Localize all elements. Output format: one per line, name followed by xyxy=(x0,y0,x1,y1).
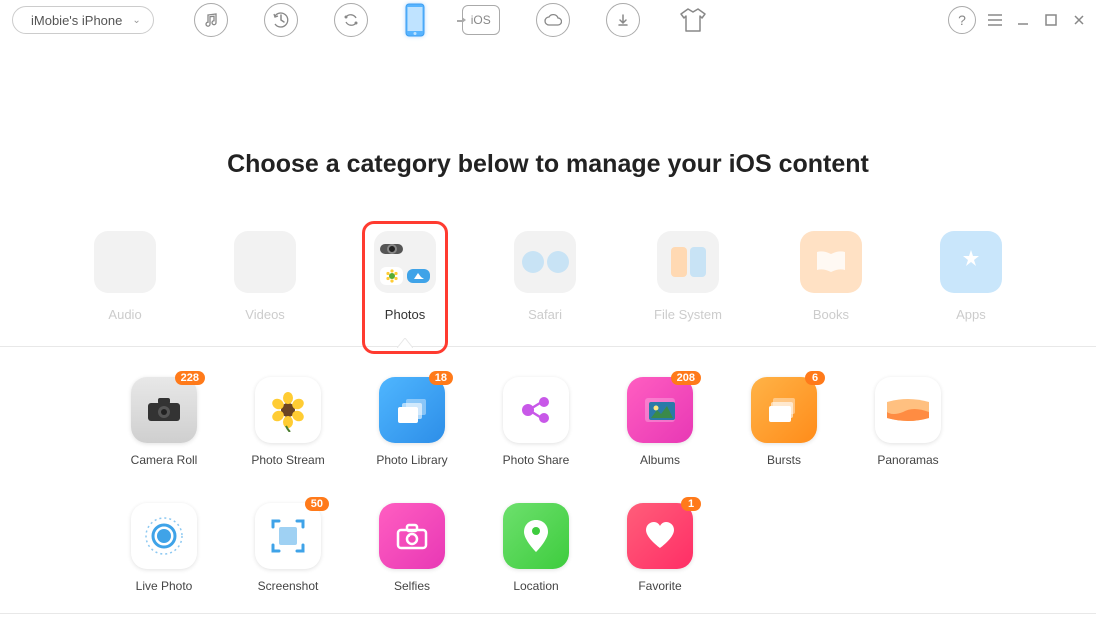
chevron-down-icon: ⌄ xyxy=(132,15,140,26)
category-label: Audio xyxy=(108,307,141,322)
category-label: Safari xyxy=(528,307,562,322)
category-filesystem[interactable]: File System xyxy=(654,231,722,322)
filesystem-icon xyxy=(657,231,719,293)
count-badge: 228 xyxy=(175,371,205,385)
camera-roll-icon: 228 xyxy=(131,377,197,443)
subcat-label: Screenshot xyxy=(258,579,319,593)
maximize-icon[interactable] xyxy=(1042,11,1060,29)
favorite-icon: 1 xyxy=(627,503,693,569)
subcat-camera-roll[interactable]: 228 Camera Roll xyxy=(128,377,200,467)
music-tool-icon[interactable] xyxy=(194,3,228,37)
subcat-bursts[interactable]: 6 Bursts xyxy=(748,377,820,467)
minimize-icon[interactable] xyxy=(1014,11,1032,29)
subcat-albums[interactable]: 208 Albums xyxy=(624,377,696,467)
audio-icon xyxy=(94,231,156,293)
download-tool-icon[interactable] xyxy=(606,3,640,37)
subcategories: 228 Camera Roll Photo Stream 18 Photo Li… xyxy=(0,347,1096,614)
category-label: Books xyxy=(813,307,849,322)
device-name: iMobie's iPhone xyxy=(31,13,122,28)
subcat-label: Favorite xyxy=(638,579,681,593)
photo-stream-icon xyxy=(255,377,321,443)
count-badge: 1 xyxy=(681,497,701,511)
photo-share-icon xyxy=(503,377,569,443)
history-tool-icon[interactable] xyxy=(264,3,298,37)
count-badge: 18 xyxy=(429,371,453,385)
photo-library-icon: 18 xyxy=(379,377,445,443)
subcat-label: Live Photo xyxy=(136,579,193,593)
subcat-selfies[interactable]: Selfies xyxy=(376,503,448,593)
category-audio[interactable]: Audio xyxy=(94,231,156,322)
live-photo-icon xyxy=(131,503,197,569)
apps-icon xyxy=(940,231,1002,293)
subcat-label: Selfies xyxy=(394,579,430,593)
count-badge: 50 xyxy=(305,497,329,511)
help-icon[interactable]: ? xyxy=(948,6,976,34)
category-photos[interactable]: Photos xyxy=(374,231,436,322)
safari-icon xyxy=(514,231,576,293)
close-icon[interactable] xyxy=(1070,11,1088,29)
skin-tool-icon[interactable] xyxy=(676,3,710,37)
category-label: Photos xyxy=(385,307,425,322)
sync-tool-icon[interactable] xyxy=(334,3,368,37)
categories-row: Audio Videos Photos Safari File xyxy=(0,231,1096,347)
category-apps[interactable]: Apps xyxy=(940,231,1002,322)
phone-tool-icon[interactable] xyxy=(404,3,426,37)
albums-icon: 208 xyxy=(627,377,693,443)
category-label: Apps xyxy=(956,307,986,322)
subcat-label: Photo Share xyxy=(503,453,570,467)
category-safari[interactable]: Safari xyxy=(514,231,576,322)
subcat-label: Photo Stream xyxy=(251,453,324,467)
photos-icon xyxy=(374,231,436,293)
toolbar: iOS xyxy=(194,3,710,37)
books-icon xyxy=(800,231,862,293)
selfies-icon xyxy=(379,503,445,569)
subcat-label: Panoramas xyxy=(877,453,938,467)
subcat-label: Camera Roll xyxy=(131,453,198,467)
subcat-panoramas[interactable]: Panoramas xyxy=(872,377,944,467)
subcat-photo-stream[interactable]: Photo Stream xyxy=(252,377,324,467)
subcat-label: Bursts xyxy=(767,453,801,467)
subcat-label: Albums xyxy=(640,453,680,467)
subcat-label: Photo Library xyxy=(376,453,447,467)
panoramas-icon xyxy=(875,377,941,443)
window-controls: ? xyxy=(948,6,1088,34)
subcat-screenshot[interactable]: 50 Screenshot xyxy=(252,503,324,593)
category-videos[interactable]: Videos xyxy=(234,231,296,322)
videos-icon xyxy=(234,231,296,293)
menu-icon[interactable] xyxy=(986,11,1004,29)
subcat-live-photo[interactable]: Live Photo xyxy=(128,503,200,593)
category-label: Videos xyxy=(245,307,285,322)
device-dropdown[interactable]: iMobie's iPhone ⌄ xyxy=(12,6,154,34)
active-pointer xyxy=(397,338,413,348)
category-books[interactable]: Books xyxy=(800,231,862,322)
subcat-location[interactable]: Location xyxy=(500,503,572,593)
ios-tool-icon[interactable]: iOS xyxy=(462,5,500,35)
cloud-tool-icon[interactable] xyxy=(536,3,570,37)
count-badge: 6 xyxy=(805,371,825,385)
location-icon xyxy=(503,503,569,569)
count-badge: 208 xyxy=(671,371,701,385)
bursts-icon: 6 xyxy=(751,377,817,443)
subcat-favorite[interactable]: 1 Favorite xyxy=(624,503,696,593)
subcat-label: Location xyxy=(513,579,558,593)
page-heading: Choose a category below to manage your i… xyxy=(0,150,1096,179)
subcat-photo-library[interactable]: 18 Photo Library xyxy=(376,377,448,467)
topbar: iMobie's iPhone ⌄ iOS ? xyxy=(0,0,1096,40)
category-label: File System xyxy=(654,307,722,322)
subcat-photo-share[interactable]: Photo Share xyxy=(500,377,572,467)
screenshot-icon: 50 xyxy=(255,503,321,569)
